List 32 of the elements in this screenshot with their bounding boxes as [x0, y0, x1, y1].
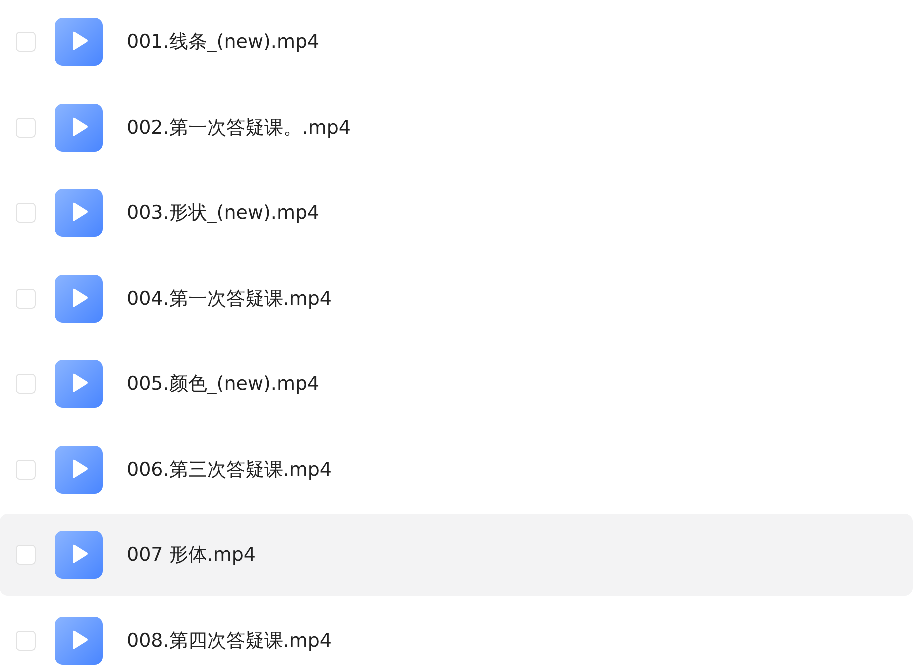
video-play-icon	[55, 189, 103, 237]
file-row[interactable]: 006.第三次答疑课.mp4	[0, 428, 913, 510]
checkbox[interactable]	[16, 288, 36, 308]
file-name: 004.第一次答疑课.mp4	[127, 286, 332, 312]
checkbox[interactable]	[16, 630, 36, 650]
file-name: 008.第四次答疑课.mp4	[127, 628, 332, 654]
file-name: 002.第一次答疑课。.mp4	[127, 116, 352, 140]
file-name: 005.颜色_(new).mp4	[127, 372, 320, 397]
video-play-icon	[55, 531, 103, 579]
file-row[interactable]: 001.线条_(new).mp4	[0, 1, 913, 83]
file-row[interactable]: 008.第四次答疑课.mp4	[0, 600, 913, 667]
file-row[interactable]: 002.第一次答疑课。.mp4	[0, 86, 913, 168]
file-name: 003.形状_(new).mp4	[127, 201, 320, 226]
checkbox[interactable]	[16, 203, 36, 223]
video-play-icon	[55, 446, 103, 494]
file-row[interactable]: 003.形状_(new).mp4	[0, 172, 913, 254]
file-row[interactable]: 007 形体.mp4	[0, 514, 913, 596]
file-name: 006.第三次答疑课.mp4	[127, 458, 332, 482]
file-name: 001.线条_(new).mp4	[127, 30, 320, 55]
video-play-icon	[55, 274, 103, 322]
checkbox[interactable]	[16, 32, 36, 52]
checkbox[interactable]	[16, 118, 36, 138]
video-play-icon	[55, 360, 103, 408]
file-row[interactable]: 005.颜色_(new).mp4	[0, 343, 913, 425]
checkbox[interactable]	[16, 374, 36, 394]
video-play-icon	[55, 104, 103, 152]
checkbox[interactable]	[16, 545, 36, 565]
file-row[interactable]: 004.第一次答疑课.mp4	[0, 258, 913, 340]
file-name: 007 形体.mp4	[127, 543, 256, 568]
checkbox[interactable]	[16, 460, 36, 480]
video-play-icon	[55, 18, 103, 66]
video-play-icon	[55, 616, 103, 664]
